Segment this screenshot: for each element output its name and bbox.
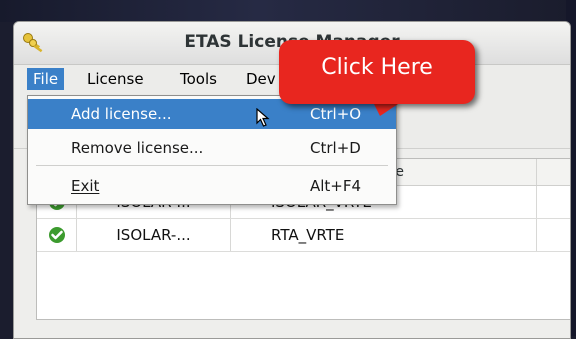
- check-circle-icon: [49, 227, 65, 243]
- menu-item-shortcut: Ctrl+D: [310, 139, 361, 157]
- desktop-background: [0, 0, 576, 22]
- file-menu-dropdown: Add license... Ctrl+O Remove license... …: [27, 95, 397, 205]
- menu-item-shortcut: Alt+F4: [310, 177, 362, 195]
- menu-license[interactable]: License: [81, 68, 150, 90]
- feature-cell: RTA_VRTE: [231, 219, 537, 251]
- mouse-cursor-icon: [256, 108, 270, 127]
- status-cell: [37, 219, 77, 251]
- menu-item-label: Exit: [71, 177, 100, 195]
- column-header-extra[interactable]: [537, 159, 570, 185]
- menu-item-exit[interactable]: Exit Alt+F4: [28, 171, 396, 201]
- menu-item-label: Add license...: [71, 105, 172, 123]
- menu-dev[interactable]: Dev: [240, 68, 282, 90]
- product-cell: ISOLAR-...: [77, 219, 231, 251]
- callout-text: Click Here: [321, 55, 433, 80]
- menu-tools[interactable]: Tools: [174, 68, 223, 90]
- table-row[interactable]: ISOLAR-... RTA_VRTE I: [37, 219, 570, 252]
- extra-cell: I: [537, 219, 570, 251]
- click-here-callout: Click Here: [279, 40, 475, 104]
- menu-item-remove-license[interactable]: Remove license... Ctrl+D: [28, 133, 396, 163]
- menu-separator: [36, 165, 388, 166]
- extra-cell: I: [537, 186, 570, 218]
- menu-file[interactable]: File: [27, 68, 65, 90]
- menu-item-label: Remove license...: [71, 139, 204, 157]
